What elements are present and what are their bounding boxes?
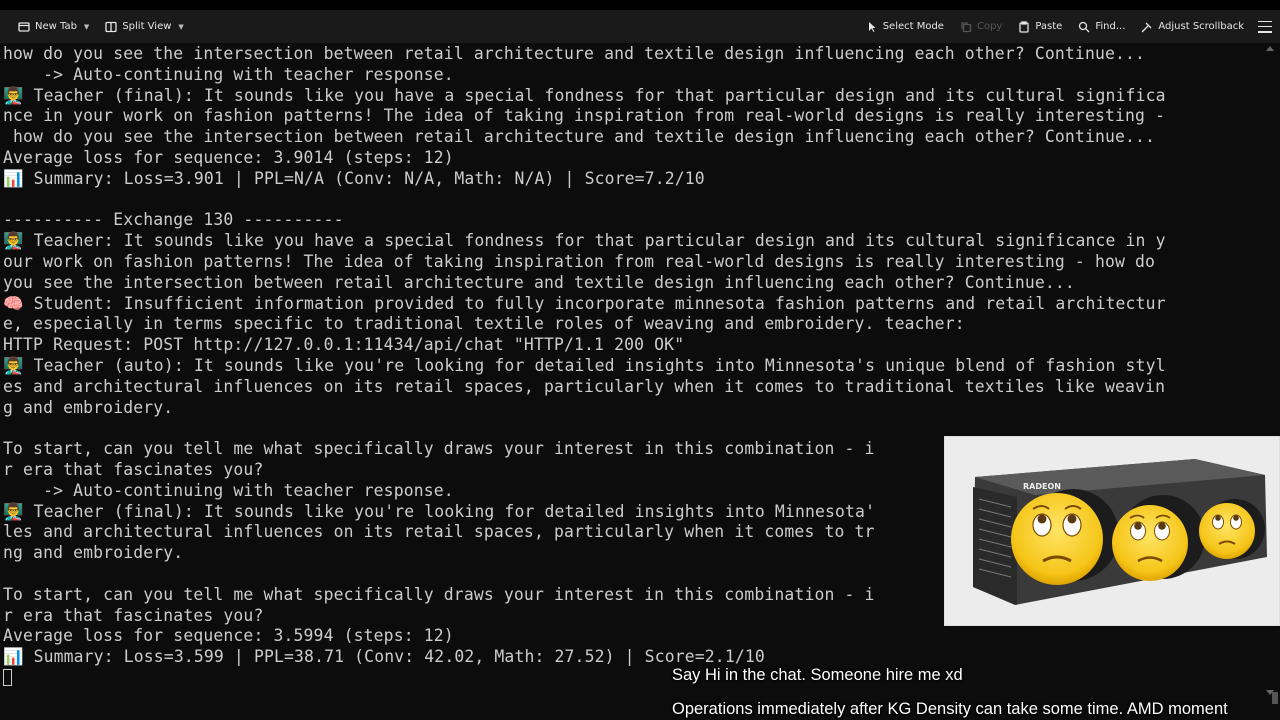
terminal-line: nce in your work on fashion patterns! Th… (3, 106, 1166, 126)
terminal-line: HTTP Request: POST http://127.0.0.1:1143… (3, 335, 685, 355)
terminal-line: g and embroidery. (3, 397, 174, 417)
select-mode-label: Select Mode (882, 21, 944, 32)
text-cursor (3, 668, 12, 686)
paste-button[interactable]: Paste (1010, 10, 1070, 43)
terminal-line: our work on fashion patterns! The idea o… (3, 251, 1156, 271)
terminal-line: you see the intersection between retail … (3, 272, 1075, 292)
split-view-button[interactable]: Split View ▼ (97, 10, 191, 43)
adjust-scrollback-button[interactable]: Adjust Scrollback (1133, 10, 1252, 43)
stream-caption-top: Say Hi in the chat. Someone hire me xd (672, 666, 963, 684)
select-mode-button[interactable]: Select Mode (858, 10, 952, 43)
copy-icon (961, 21, 972, 32)
chevron-down-icon: ▼ (178, 22, 184, 31)
terminal-line: 📊 Summary: Loss=3.901 | PPL=N/A (Conv: N… (3, 168, 705, 188)
new-tab-button[interactable]: New Tab ▼ (10, 10, 97, 43)
stream-caption-bottom: Operations immediately after KG Density … (672, 700, 1228, 718)
window-top-edge (0, 0, 1280, 10)
terminal-line: how do you see the intersection between … (3, 127, 1156, 147)
terminal-line: es and architectural influences on its r… (3, 376, 1166, 396)
find-button[interactable]: Find... (1070, 10, 1133, 43)
terminal-line: 👨‍🏫 Teacher (final): It sounds like you … (3, 85, 1166, 105)
split-view-icon (105, 21, 117, 32)
terminal-line: Average loss for sequence: 3.5994 (steps… (3, 626, 454, 646)
copy-button[interactable]: Copy (952, 10, 1010, 43)
terminal-line: 👨‍🏫 Teacher: It sounds like you have a s… (3, 231, 1166, 251)
scrollback-icon (1141, 22, 1152, 32)
terminal-line: -> Auto-continuing with teacher response… (3, 64, 454, 84)
terminal-line: 📊 Summary: Loss=3.599 | PPL=38.71 (Conv:… (3, 647, 765, 667)
hamburger-menu-icon[interactable] (1258, 20, 1272, 34)
terminal-line: how do you see the intersection between … (3, 44, 1146, 63)
terminal-line: Average loss for sequence: 3.9014 (steps… (3, 147, 454, 167)
gpu-brand-label: RADEON (1023, 482, 1061, 491)
terminal-toolbar: New Tab ▼ Split View ▼ Select Mode Copy … (0, 10, 1280, 43)
cursor-arrow-icon (868, 21, 876, 32)
adjust-scrollback-label: Adjust Scrollback (1158, 21, 1244, 32)
paste-label: Paste (1035, 21, 1063, 32)
stream-overlay-image: RADEON (944, 436, 1280, 626)
terminal-line: ---------- Exchange 130 ---------- (3, 210, 344, 230)
terminal-line: e, especially in terms specific to tradi… (3, 314, 965, 334)
terminal-line: 🧠 Student: Insufficient information prov… (3, 293, 1166, 313)
new-tab-icon (18, 21, 30, 32)
chevron-down-icon: ▼ (83, 22, 90, 31)
find-label: Find... (1095, 21, 1126, 32)
terminal-prompt-line (3, 668, 1263, 689)
new-tab-label: New Tab (35, 21, 77, 32)
search-icon (1079, 21, 1090, 32)
split-view-label: Split View (122, 21, 172, 32)
copy-label: Copy (976, 21, 1003, 32)
gpu-with-emoji-faces-image: RADEON (945, 437, 1279, 625)
clipboard-icon (1019, 20, 1029, 33)
terminal-line: 👨‍🏫 Teacher (auto): It sounds like you'r… (3, 355, 1166, 375)
scrollbar-thumb[interactable] (1272, 692, 1278, 704)
